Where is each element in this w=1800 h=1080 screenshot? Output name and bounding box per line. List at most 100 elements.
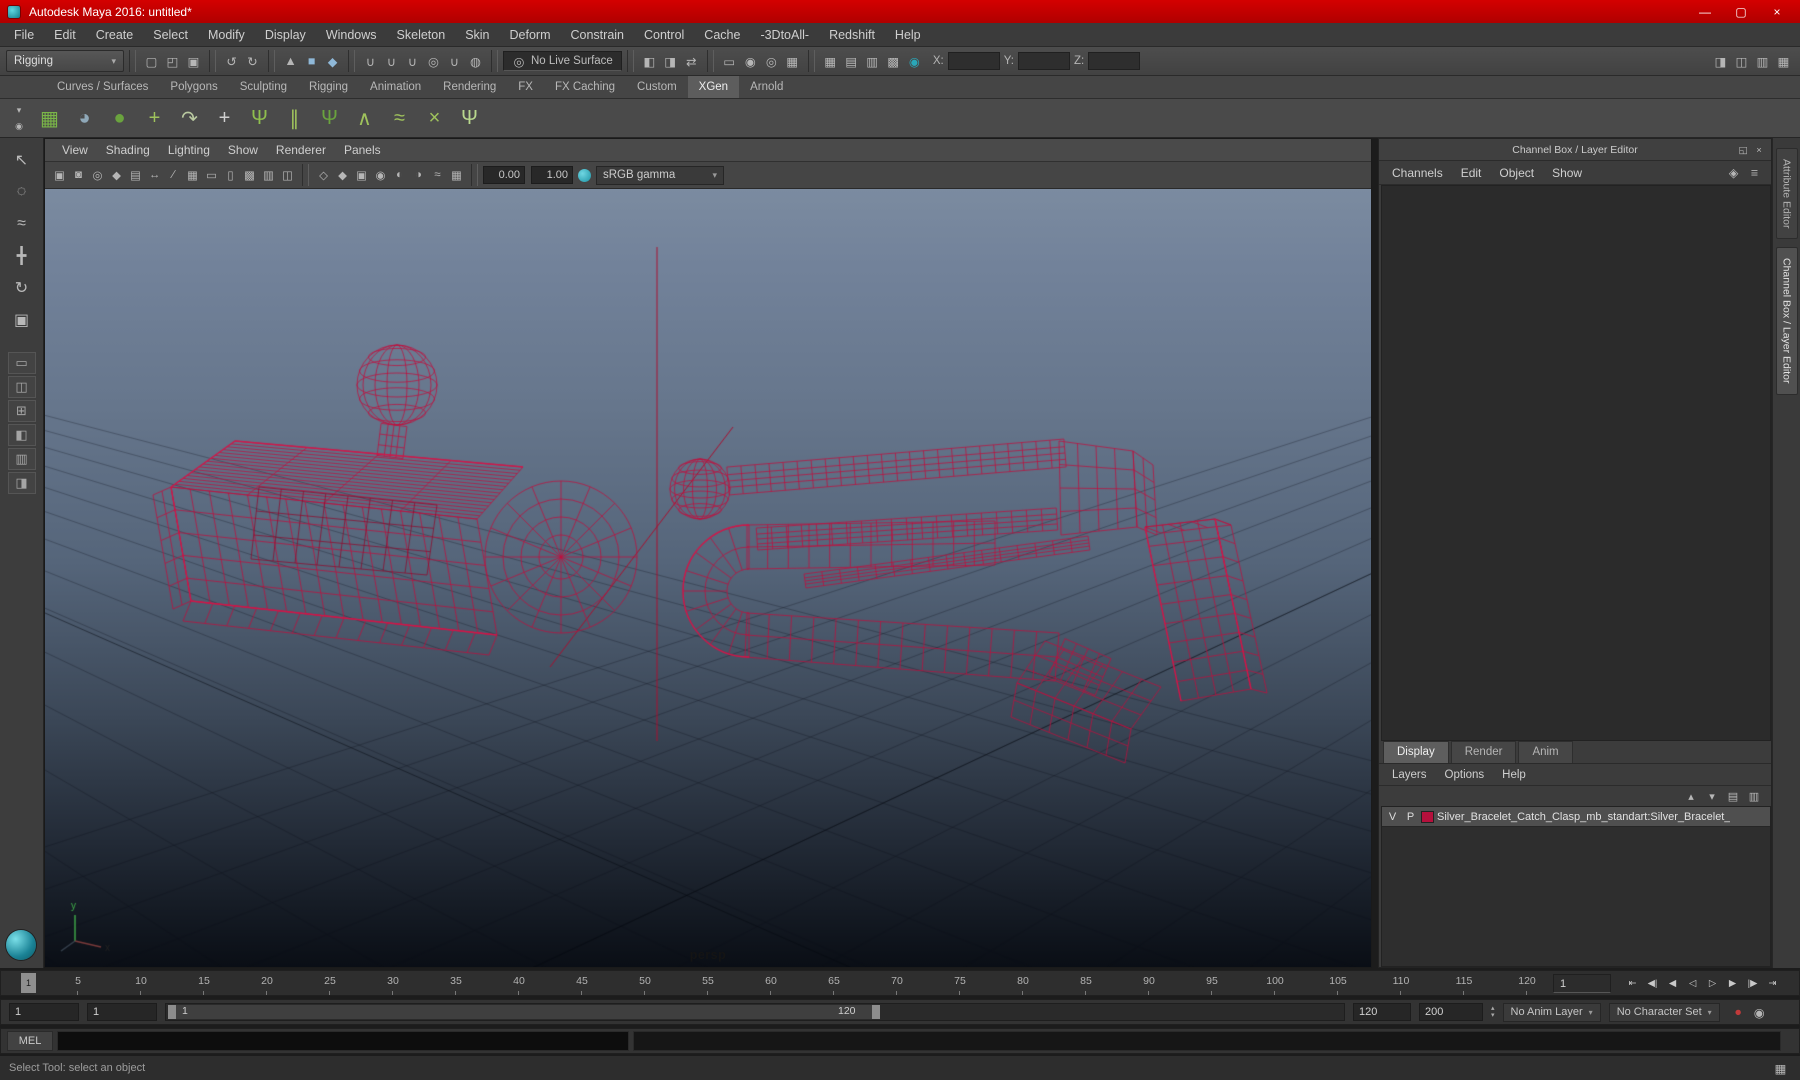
live-surface-field[interactable]: ◎ No Live Surface — [503, 51, 622, 71]
select-points-icon[interactable]: ▦ — [820, 50, 841, 72]
selection-highlighting-icon[interactable]: ◉ — [904, 50, 925, 72]
toolbar-grip[interactable] — [491, 50, 498, 72]
viewport-menu-item[interactable]: Renderer — [267, 139, 335, 162]
time-slider[interactable]: 5 10 15 20 25 30 35 40 45 50 55 60 65 70 75 80 85 90 95 100… — [0, 970, 1800, 996]
menu-item[interactable]: Select — [143, 23, 198, 47]
xgen-comb-icon[interactable]: ∥ — [277, 101, 312, 136]
range-spinner[interactable]: ▴ ▾ — [1491, 1005, 1495, 1019]
layout-persp-graph-icon[interactable]: ◨ — [7, 472, 36, 494]
viewport-menu-item[interactable]: Panels — [335, 139, 390, 162]
tool-settings-toggle-icon[interactable]: ◫ — [1731, 50, 1752, 72]
layer-row[interactable]: V P Silver_Bracelet_Catch_Clasp_mb_stand… — [1382, 807, 1770, 827]
channel-sliders-icon[interactable]: ◈ — [1723, 162, 1744, 184]
shelf-gear-icon[interactable]: ◉ — [11, 119, 27, 133]
input-connections-icon[interactable]: ◧ — [639, 50, 660, 72]
menu-item[interactable]: Control — [634, 23, 694, 47]
menu-item[interactable]: Skeleton — [387, 23, 456, 47]
animation-start-field[interactable]: 1 — [9, 1003, 79, 1021]
layout-hypershade-icon[interactable]: ▥ — [7, 448, 36, 470]
attribute-editor-tab[interactable]: Attribute Editor — [1775, 148, 1798, 240]
toolbar-grip[interactable] — [706, 50, 714, 72]
channel-box-menu-item[interactable]: Object — [1490, 161, 1543, 185]
playback-end-field[interactable]: 120 — [1353, 1003, 1411, 1021]
viewport-menu-item[interactable]: View — [53, 139, 97, 162]
go-to-start-icon[interactable]: ⇤ — [1623, 974, 1642, 994]
layer-name[interactable]: Silver_Bracelet_Catch_Clasp_mb_standart:… — [1437, 811, 1730, 823]
character-set-selector[interactable]: No Character Set ▾ — [1608, 1002, 1720, 1022]
xgen-sphere-icon[interactable]: ◕ — [67, 101, 102, 136]
layer-visibility-toggle[interactable]: V — [1385, 811, 1400, 823]
isolate-select-icon[interactable]: ▦ — [447, 164, 466, 186]
xgen-add-description-icon[interactable]: + — [137, 101, 172, 136]
shelf-tab[interactable]: Arnold — [739, 76, 794, 98]
rotate-tool-icon[interactable]: ↻ — [5, 272, 39, 304]
animation-end-field[interactable]: 200 — [1419, 1003, 1483, 1021]
motion-blur-icon[interactable]: ≈ — [428, 164, 447, 186]
xgen-editor-icon[interactable]: ▦ — [32, 101, 67, 136]
shelf-tab[interactable]: FX Caching — [544, 76, 626, 98]
step-forward-key-icon[interactable]: |▶ — [1743, 974, 1762, 994]
field-chart-icon[interactable]: ▥ — [259, 164, 278, 186]
gate-mask-icon[interactable]: ▩ — [240, 164, 259, 186]
step-forward-frame-icon[interactable]: ▶ — [1723, 974, 1742, 994]
snap-to-view-planes-icon[interactable]: ∪ — [444, 50, 465, 72]
layer-editor-tab[interactable]: Anim — [1518, 741, 1573, 763]
current-frame-field[interactable]: 1 — [1553, 974, 1611, 993]
snap-to-projected-center-icon[interactable]: ◎ — [423, 50, 444, 72]
channel-box-tab[interactable]: Channel Box / Layer Editor — [1775, 247, 1798, 395]
command-language-button[interactable]: MEL — [7, 1031, 53, 1051]
layer-playback-toggle[interactable]: P — [1403, 811, 1418, 823]
layer-editor-menu-item[interactable]: Layers — [1383, 764, 1436, 786]
layout-single-pane-icon[interactable]: ▭ — [7, 352, 36, 374]
wireframe-icon[interactable]: ◇ — [314, 164, 333, 186]
menu-item[interactable]: Help — [885, 23, 931, 47]
channels-area[interactable] — [1381, 185, 1771, 741]
z-input[interactable] — [1088, 52, 1141, 70]
channel-box-toggle-icon[interactable]: ▥ — [1752, 50, 1773, 72]
select-component-icon[interactable]: ◆ — [322, 50, 343, 72]
range-slider-track[interactable]: 1 120 — [165, 1003, 1345, 1021]
scale-tool-icon[interactable]: ▣ — [5, 304, 39, 336]
layer-editor-tab[interactable]: Render — [1450, 741, 1517, 763]
animation-preferences-icon[interactable]: ◉ — [1749, 1001, 1770, 1023]
layer-editor-menu-item[interactable]: Options — [1436, 764, 1494, 786]
shelf-tab[interactable]: Curves / Surfaces — [46, 76, 159, 98]
script-editor-icon[interactable]: ▦ — [1770, 1057, 1791, 1079]
go-to-end-icon[interactable]: ⇥ — [1763, 974, 1782, 994]
shaded-icon[interactable]: ◆ — [333, 164, 352, 186]
channel-box-menu-item[interactable]: Channels — [1383, 161, 1452, 185]
xgen-add-icon[interactable]: + — [207, 101, 242, 136]
render-settings-icon[interactable]: ▦ — [782, 50, 803, 72]
menu-item[interactable]: Edit — [44, 23, 86, 47]
ipr-render-icon[interactable]: ◎ — [761, 50, 782, 72]
add-empty-layer-icon[interactable]: ▤ — [1724, 788, 1742, 805]
menu-item[interactable]: Modify — [198, 23, 255, 47]
select-faces-icon[interactable]: ▥ — [862, 50, 883, 72]
menu-item[interactable]: File — [4, 23, 44, 47]
workspace-toggle-icon[interactable]: ▦ — [1773, 50, 1794, 72]
step-back-key-icon[interactable]: ◀| — [1643, 974, 1662, 994]
move-tool-icon[interactable]: ╋ — [5, 240, 39, 272]
use-all-lights-icon[interactable]: ◉ — [371, 164, 390, 186]
xgen-description-icon[interactable]: ● — [102, 101, 137, 136]
step-back-frame-icon[interactable]: ◀ — [1663, 974, 1682, 994]
layout-persp-outliner-icon[interactable]: ◧ — [7, 424, 36, 446]
undo-icon[interactable]: ↺ — [221, 50, 242, 72]
construction-history-icon[interactable]: ⇄ — [681, 50, 702, 72]
add-layer-from-selected-icon[interactable]: ▥ — [1745, 788, 1763, 805]
close-icon[interactable]: × — [1751, 142, 1767, 158]
gamma-field[interactable]: 1.00 — [531, 166, 573, 184]
layer-color-swatch[interactable] — [1421, 810, 1434, 823]
new-scene-icon[interactable]: ▢ — [141, 50, 162, 72]
camera-attributes-icon[interactable]: ◎ — [88, 164, 107, 186]
mel-input[interactable] — [57, 1031, 629, 1051]
xgen-guides-icon[interactable]: Ψ — [242, 101, 277, 136]
viewport-menu-item[interactable]: Show — [219, 139, 267, 162]
grid-icon[interactable]: ▦ — [183, 164, 202, 186]
layer-editor-tab[interactable]: Display — [1383, 741, 1449, 763]
lock-camera-icon[interactable]: ◙ — [69, 164, 88, 186]
xgen-groom-icon[interactable]: Ψ — [452, 101, 487, 136]
select-uvs-icon[interactable]: ▩ — [883, 50, 904, 72]
viewport-3d-view[interactable]: persp — [45, 189, 1371, 967]
toolbar-grip[interactable] — [209, 50, 216, 72]
